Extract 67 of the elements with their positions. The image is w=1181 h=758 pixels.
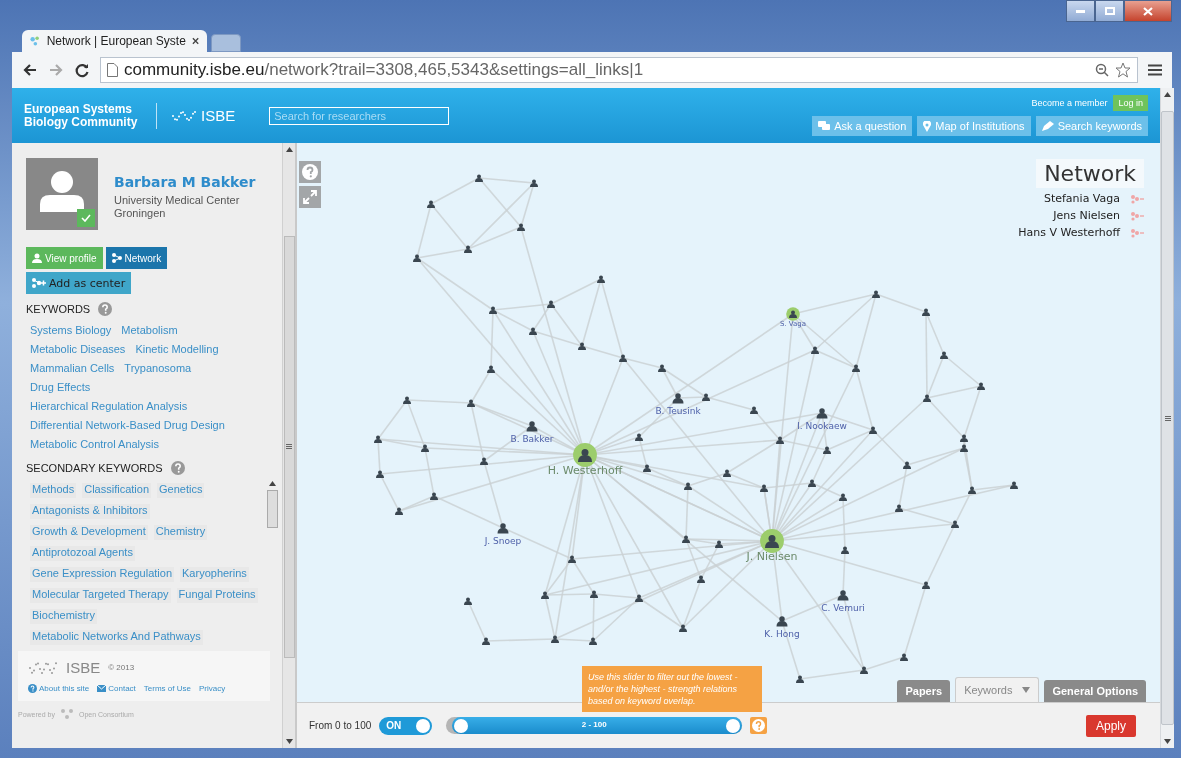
footer-link[interactable]: Contact — [97, 684, 136, 693]
keyword-link[interactable]: Molecular Targeted Therapy — [30, 588, 171, 604]
login-button[interactable]: Log in — [1113, 95, 1148, 111]
become-member-link[interactable]: Become a member — [1031, 98, 1108, 108]
site-logo: ISBE — [201, 107, 236, 124]
node-label: K. Hong — [764, 628, 800, 639]
keyword-link[interactable]: Trypanosoma — [124, 362, 192, 377]
browser-tab[interactable]: Network | European Syste — [22, 30, 207, 52]
keyword-link[interactable]: Mammalian Cells — [30, 362, 115, 377]
keyword-link[interactable]: Classification — [82, 483, 151, 498]
keyword-link[interactable]: Biochemistry — [30, 609, 97, 625]
center-name: Hans V Westerhoff — [1018, 226, 1120, 239]
section-heading: SECONDARY KEYWORDS — [26, 462, 163, 474]
keyword-link[interactable]: Genetics — [157, 483, 205, 498]
keyword-link[interactable]: Antagonists & Inhibitors — [30, 504, 150, 520]
header-action-button[interactable]: Ask a question — [812, 116, 913, 136]
keyword-link[interactable]: Methods — [30, 483, 77, 498]
panel-tab[interactable]: Papers — [897, 680, 951, 702]
slider-tooltip: Use this slider to filter out the lowest - and/or the highest - strength relations based on keyword overlap. — [582, 666, 762, 712]
panel-tab[interactable]: General Options — [1044, 680, 1146, 702]
keyword-link[interactable]: Fungal Proteins — [176, 588, 258, 604]
profile-action-button[interactable]: Add as center — [26, 272, 132, 294]
profile-institution: University Medical Center Groningen — [114, 194, 241, 220]
node-label: I. Nookaew — [797, 420, 847, 431]
node-label: C. Vemuri — [821, 602, 865, 613]
keyword-link[interactable]: Gene Expression Regulation — [30, 567, 175, 583]
filter-label: From 0 to 100 — [309, 720, 372, 731]
profile-action-button[interactable]: View profile — [26, 247, 103, 269]
filter-toggle[interactable]: ON — [379, 716, 433, 735]
header-action-button[interactable]: Search keywords — [1035, 116, 1148, 136]
keyword-link[interactable]: Drug Effects — [30, 381, 91, 396]
keyword-link[interactable]: Metabolic Diseases — [30, 343, 126, 358]
keyword-link[interactable]: Chemistry — [153, 525, 208, 541]
node-label: B. Teusink — [655, 405, 701, 416]
center-name: Jens Nielsen — [1053, 209, 1120, 222]
panel-tab[interactable]: Keywords — [955, 677, 1040, 702]
profile-name: Barbara M Bakker — [114, 174, 256, 190]
range-reading: 2 - 100 — [580, 720, 608, 729]
keyword-link[interactable]: Metabolic Control Analysis — [30, 438, 159, 453]
apply-button[interactable]: Apply — [1085, 714, 1136, 737]
keyword-link[interactable]: Hierarchical Regulation Analysis — [30, 400, 188, 415]
keyword-link[interactable]: Kinetic Modelling — [135, 343, 219, 358]
profile-action-button[interactable]: Network — [105, 247, 168, 269]
footer-link[interactable]: Terms of Use — [143, 684, 191, 693]
header-action-button[interactable]: Map of Institutions — [917, 116, 1031, 136]
keyword-link[interactable]: Metabolic Networks And Pathways — [30, 630, 203, 646]
footer-link[interactable]: Privacy — [198, 684, 226, 693]
address-bar[interactable]: community.isbe.eu/network?trail=3308,465,5343&settings=all_links|1 — [100, 57, 1138, 83]
search-field[interactable]: Search for researchers — [269, 106, 450, 125]
keyword-link[interactable]: Systems Biology — [30, 324, 112, 339]
site-brand[interactable]: European Systems Biology Community — [24, 102, 142, 129]
keyword-link[interactable]: Differential Network-Based Drug Design — [30, 419, 225, 434]
footer-link[interactable]: About this site — [28, 684, 90, 693]
section-heading: KEYWORDS — [26, 303, 91, 315]
footer-logo: ISBE — [66, 659, 101, 676]
keyword-link[interactable]: Metabolism — [121, 324, 178, 339]
node-label: B. Bakker — [510, 433, 554, 444]
node-label: J. Nielsen — [746, 550, 798, 564]
range-slider[interactable]: 2 - 100 — [446, 717, 743, 734]
center-name: Stefania Vaga — [1043, 192, 1120, 205]
keyword-link[interactable]: Growth & Development — [30, 525, 148, 541]
network-title: Network — [1036, 159, 1144, 188]
keyword-link[interactable]: Antiprotozoal Agents — [30, 546, 135, 562]
node-label: J. Snoep — [484, 535, 522, 546]
keyword-link[interactable]: Karyopherins — [180, 567, 249, 583]
node-label: H. Westerhoff — [547, 464, 623, 478]
copyright-text: © 2013 — [108, 663, 135, 672]
